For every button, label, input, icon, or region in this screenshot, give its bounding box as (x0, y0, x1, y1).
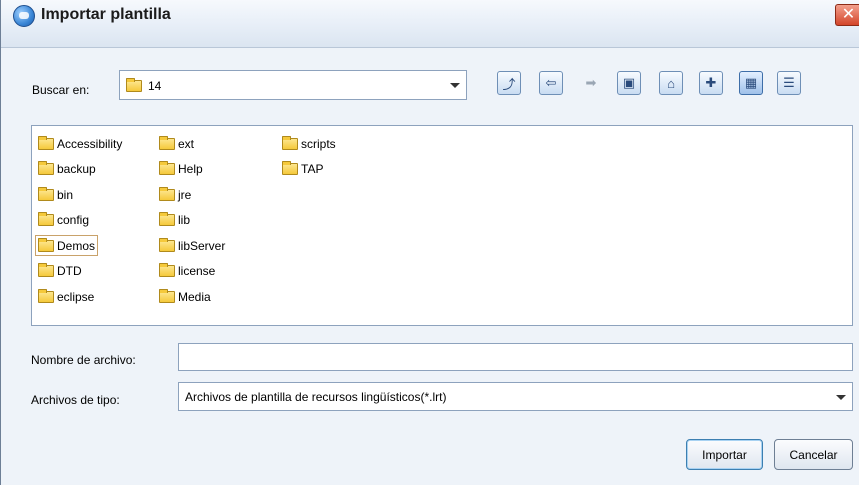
folder-icon (126, 78, 142, 92)
up-folder-icon: ⤴ (502, 76, 516, 92)
filename-input[interactable] (178, 343, 853, 371)
list-item[interactable]: Demos (34, 235, 99, 256)
forward-arrow-button[interactable]: ➡ (579, 71, 603, 95)
filetype-select[interactable]: Archivos de plantilla de recursos lingüí… (178, 382, 853, 411)
folder-icon (159, 161, 175, 175)
list-item[interactable]: Media (157, 287, 213, 306)
look-in-value: 14 (148, 79, 162, 93)
list-item-label: bin (57, 187, 74, 202)
dialog-title: Importar plantilla (41, 6, 171, 23)
list-item-label: lib (178, 213, 191, 227)
list-item[interactable]: libServer (157, 236, 227, 255)
cancel-button[interactable]: Cancelar (774, 439, 853, 470)
list-item-label: config (57, 213, 90, 227)
list-item[interactable]: scripts (280, 134, 338, 153)
home-icon: ⌂ (667, 75, 675, 91)
folder-icon (159, 186, 175, 201)
folder-icon (159, 135, 175, 150)
import-template-dialog: Importar plantilla ✕ Buscar en: 14 ⤴ ⇦ ➡ ▣ ⌂… (0, 0, 859, 485)
filetype-value: Archivos de plantilla de recursos lingüí… (185, 390, 447, 404)
forward-arrow-icon: ➡ (585, 75, 597, 90)
chevron-down-icon (836, 394, 846, 400)
desktop-button[interactable]: ▣ (617, 71, 641, 95)
look-in-label: Buscar en: (32, 83, 90, 97)
list-item[interactable]: Help (157, 160, 205, 179)
folder-icon (159, 237, 175, 252)
list-view-button[interactable]: ▦ (739, 71, 763, 95)
folder-icon (38, 161, 54, 175)
folder-icon (159, 288, 175, 303)
list-view-icon: ▦ (744, 75, 758, 90)
folder-icon (159, 263, 175, 277)
filetype-label: Archivos de tipo: (31, 393, 120, 407)
list-item[interactable]: ext (157, 134, 196, 153)
list-item-label: Demos (57, 238, 96, 253)
app-icon (13, 5, 35, 27)
details-view-button[interactable]: ☰ (777, 71, 801, 95)
list-item-label: backup (57, 162, 96, 176)
title-bar[interactable]: Importar plantilla ✕ (1, 0, 859, 48)
home-button[interactable]: ⌂ (659, 71, 683, 95)
list-item[interactable]: eclipse (36, 287, 96, 306)
list-item[interactable]: jre (157, 185, 193, 204)
list-item-label: eclipse (57, 289, 95, 304)
import-button[interactable]: Importar (686, 439, 763, 470)
back-arrow-icon: ⇦ (545, 75, 557, 90)
folder-icon (38, 186, 54, 201)
list-item-label: license (178, 264, 216, 278)
folder-icon (159, 212, 175, 226)
list-item[interactable]: config (36, 211, 91, 230)
list-item[interactable]: lib (157, 211, 192, 230)
up-folder-button[interactable]: ⤴ (497, 71, 521, 95)
list-item-label: jre (178, 187, 192, 202)
new-folder-icon: ✚ (705, 75, 717, 90)
look-in-combo[interactable]: 14 (119, 70, 467, 100)
folder-icon (38, 263, 54, 277)
list-item[interactable]: backup (36, 160, 98, 179)
list-item-label: scripts (301, 136, 336, 151)
chevron-down-icon (450, 83, 460, 88)
folder-icon (38, 288, 54, 303)
folder-icon (282, 135, 298, 150)
desktop-icon: ▣ (622, 75, 636, 90)
back-arrow-button[interactable]: ⇦ (539, 71, 563, 95)
close-button[interactable]: ✕ (835, 4, 859, 26)
list-item-label: libServer (178, 238, 226, 253)
list-item-label: DTD (57, 264, 82, 278)
filename-label: Nombre de archivo: (31, 353, 136, 367)
list-item-label: ext (178, 136, 195, 151)
details-view-icon: ☰ (783, 75, 795, 90)
folder-icon (38, 135, 54, 150)
folder-icon (38, 237, 54, 252)
folder-icon (38, 212, 54, 226)
file-list[interactable]: Accessibility backup bin config Demos DTD ecli… (31, 125, 853, 326)
list-item-label: TAP (301, 162, 324, 176)
list-item[interactable]: TAP (280, 160, 325, 179)
list-item-label: Media (178, 289, 211, 304)
list-item[interactable]: bin (36, 185, 75, 204)
list-item-label: Accessibility (57, 136, 123, 151)
list-item[interactable]: DTD (36, 262, 84, 281)
list-item[interactable]: license (157, 262, 217, 281)
list-item[interactable]: Accessibility (36, 134, 124, 153)
new-folder-button[interactable]: ✚ (699, 71, 723, 95)
folder-icon (282, 161, 298, 175)
list-item-label: Help (178, 162, 203, 176)
